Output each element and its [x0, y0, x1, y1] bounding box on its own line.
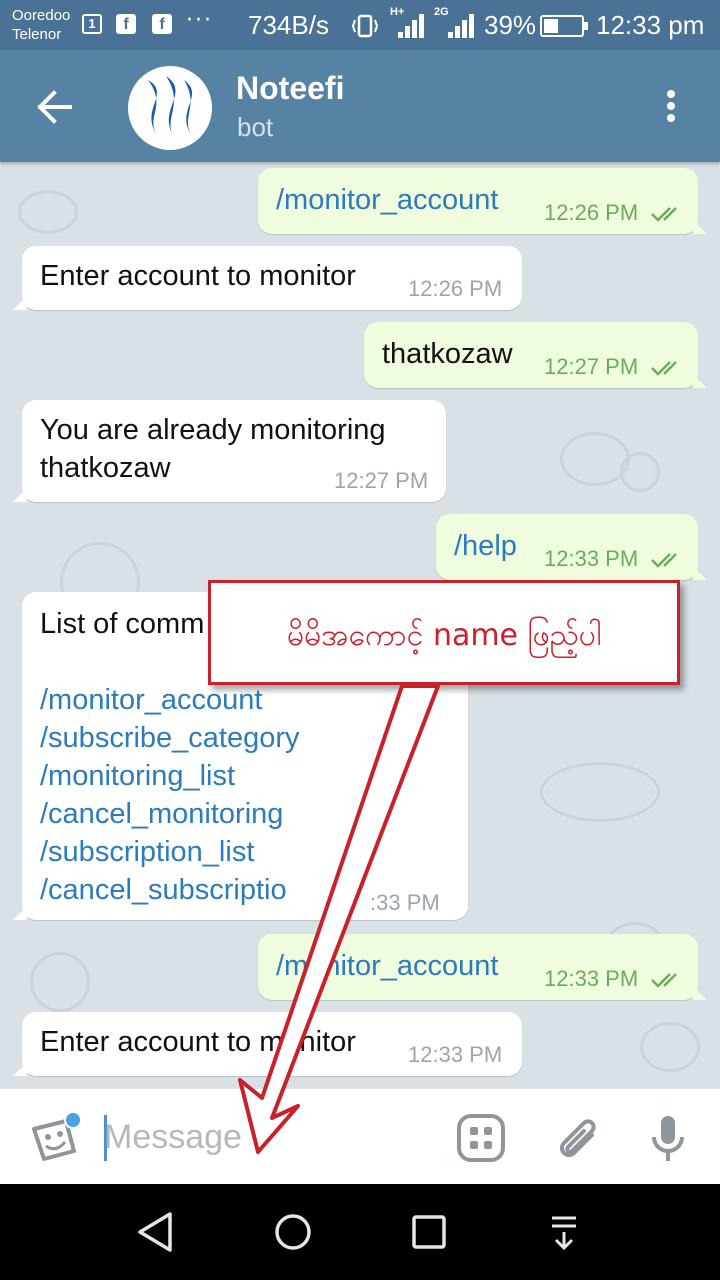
command-link[interactable]: /cancel_monitoring — [40, 798, 283, 831]
command-link[interactable]: /subscription_list — [40, 836, 254, 869]
message-text-line-1: You are already monitoring — [40, 414, 386, 446]
voice-record-button[interactable] — [644, 1113, 694, 1163]
signal-strength-icon-2 — [448, 14, 474, 38]
facebook-icon: f — [116, 14, 136, 34]
message-composer — [0, 1088, 720, 1184]
signal-strength-icon — [398, 14, 424, 38]
message-text: thatkozaw — [382, 338, 513, 370]
message-heading: List of comm — [40, 608, 205, 640]
battery-fill — [544, 19, 558, 33]
wallpaper-doodle — [640, 1022, 700, 1072]
bot-keyboard-icon — [457, 1114, 505, 1162]
wallpaper-doodle — [620, 452, 660, 492]
double-check-icon — [651, 361, 677, 376]
carrier-names: Ooredoo Telenor — [12, 6, 70, 44]
command-link[interactable]: /monitoring_list — [40, 760, 235, 793]
annotation-text: မိမိအကောင့် name ဖြည့်ပါ — [286, 618, 602, 653]
dot-icon — [667, 90, 675, 98]
facebook-icon-2: f — [152, 14, 172, 34]
network-type-2: 2G — [434, 6, 449, 18]
command-link[interactable]: /subscribe_category — [40, 722, 300, 755]
message-time: 12:33 PM — [544, 966, 639, 991]
message-text: Enter account to monitor — [40, 1026, 356, 1058]
message-incoming[interactable]: You are already monitoring thatkozaw 12:… — [13, 400, 446, 502]
nav-back-button[interactable] — [130, 1206, 182, 1258]
wallpaper-doodle — [30, 952, 90, 1012]
message-input[interactable] — [104, 1111, 404, 1163]
nav-notifications-button[interactable] — [538, 1206, 590, 1258]
status-bar: Ooredoo Telenor 1 f f ··· 734B/s H+ 2G 3… — [0, 0, 720, 50]
paperclip-icon — [559, 1119, 596, 1158]
network-speed: 734B/s — [248, 10, 329, 40]
system-nav-bar — [0, 1184, 720, 1280]
chat-header: Noteefi bot — [0, 50, 720, 162]
annotation-callout: မိမိအကောင့် name ဖြည့်ပါ — [208, 580, 680, 685]
wallpaper-doodle — [18, 190, 78, 234]
carrier-2: Telenor — [12, 26, 62, 43]
battery-icon — [540, 15, 588, 37]
dot-icon — [667, 102, 675, 110]
triangle-back-icon — [138, 1212, 172, 1252]
nav-recents-button[interactable] — [403, 1206, 455, 1258]
steem-logo-icon — [148, 76, 193, 140]
message-time: 12:26 PM — [544, 200, 639, 225]
message-outgoing[interactable]: /help 12:33 PM — [436, 514, 707, 580]
double-check-icon — [651, 207, 677, 222]
more-menu-button[interactable] — [656, 86, 686, 126]
carrier-1: Ooredoo — [12, 7, 71, 24]
message-text-line-2: thatkozaw — [40, 452, 171, 484]
message-text[interactable]: /monitor_account — [276, 950, 498, 983]
nav-home-button[interactable] — [267, 1206, 319, 1258]
message-outgoing[interactable]: thatkozaw 12:27 PM — [364, 322, 707, 388]
clock: 12:33 pm — [596, 10, 705, 40]
message-incoming[interactable]: Enter account to monitor 12:33 PM — [13, 1012, 522, 1076]
message-time: 12:33 PM — [544, 546, 639, 571]
message-outgoing[interactable]: /monitor_account 12:33 PM — [258, 934, 707, 1000]
more-notifications-icon: ··· — [186, 8, 213, 33]
arrow-left-icon — [37, 90, 72, 124]
message-text[interactable]: /help — [454, 530, 517, 563]
message-time: 12:27 PM — [334, 468, 429, 493]
message-text[interactable]: /monitor_account — [276, 184, 498, 217]
message-text: Enter account to monitor — [40, 260, 356, 292]
chat-subtitle: bot — [237, 112, 274, 142]
battery-percent: 39% — [484, 10, 537, 40]
wallpaper-doodle — [540, 762, 660, 822]
message-time: 12:27 PM — [544, 354, 639, 379]
message-incoming[interactable]: Enter account to monitor 12:26 PM — [13, 246, 522, 310]
dot-icon — [667, 114, 675, 122]
message-time: 12:26 PM — [408, 276, 503, 301]
chat-title: Noteefi — [236, 70, 345, 106]
avatar[interactable] — [128, 66, 212, 150]
sim-icon: 1 — [82, 14, 102, 34]
wallpaper-doodle — [560, 432, 630, 486]
double-check-icon — [651, 973, 677, 988]
attach-button[interactable] — [552, 1113, 602, 1163]
back-button[interactable] — [30, 84, 80, 130]
double-check-icon — [651, 553, 677, 568]
vibrate-icon — [352, 14, 378, 38]
pull-down-icon — [552, 1216, 576, 1251]
square-recents-icon — [412, 1215, 446, 1249]
circle-home-icon — [275, 1214, 311, 1250]
message-time: :33 PM — [370, 890, 440, 915]
bot-commands-button[interactable] — [456, 1113, 506, 1163]
new-stickers-dot — [64, 1111, 82, 1129]
command-link[interactable]: /cancel_subscriptio — [40, 874, 287, 907]
command-link[interactable]: /monitor_account — [40, 684, 262, 717]
message-outgoing[interactable]: /monitor_account 12:26 PM — [258, 168, 707, 234]
message-time: 12:33 PM — [408, 1042, 503, 1067]
microphone-icon — [652, 1116, 684, 1161]
